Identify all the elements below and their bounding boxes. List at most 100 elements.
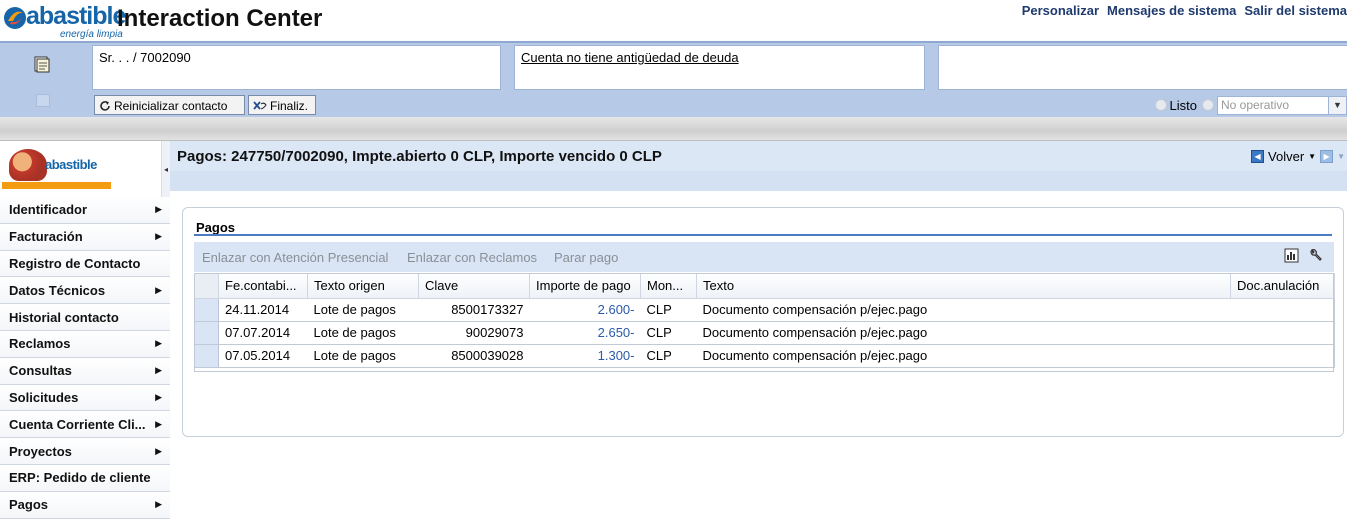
top-links: Personalizar Mensajes de sistema Salir d…: [1022, 3, 1347, 18]
column-header-text[interactable]: Texto: [696, 273, 1231, 299]
column-header-origin[interactable]: Texto origen: [307, 273, 419, 299]
table-header-row: Fe.contabi... Texto origen Clave Importe…: [194, 273, 1335, 299]
agent-status: Listo No operativo ▼: [1154, 94, 1347, 116]
system-messages-link[interactable]: Mensajes de sistema: [1107, 3, 1236, 18]
cell-void-doc: [1230, 298, 1335, 322]
column-header-void-doc[interactable]: Doc.anulación: [1230, 273, 1335, 299]
back-button[interactable]: Volver: [1268, 149, 1304, 164]
sidebar-item-consultas[interactable]: Consultas ▶: [0, 357, 170, 385]
ready-radio[interactable]: [1154, 99, 1167, 111]
chevron-right-icon: ▶: [155, 231, 162, 242]
row-selector[interactable]: [194, 298, 219, 322]
chevron-right-icon: ▶: [155, 284, 162, 295]
app-title: Interaction Center: [117, 5, 323, 32]
sidebar-item-label: ERP: Pedido de cliente: [9, 470, 151, 486]
link-claims-button[interactable]: Enlazar con Reclamos: [407, 250, 537, 265]
sidebar-item-cuenta-corriente[interactable]: Cuenta Corriente Cli... ▶: [0, 411, 170, 439]
context-area: Sr. . . / 7002090 Cuenta no tiene antigü…: [0, 41, 1347, 117]
sidebar-item-identificador[interactable]: Identificador ▶: [0, 197, 170, 224]
sidebar-item-label: Identificador: [9, 202, 88, 218]
not-operative-radio[interactable]: [1202, 99, 1214, 111]
sidebar-item-historial-contacto[interactable]: Historial contacto: [0, 304, 170, 331]
back-icon[interactable]: ◀: [1251, 150, 1265, 163]
row-selector[interactable]: [194, 321, 219, 345]
chevron-right-icon: ▶: [155, 365, 162, 376]
separator-strip: [0, 117, 1347, 141]
brand-name: abastible: [26, 2, 126, 30]
cell-amount-link[interactable]: 2.650-: [529, 321, 641, 345]
column-header-key[interactable]: Clave: [418, 273, 530, 299]
debt-info-link[interactable]: Cuenta no tiene antigüedad de deuda: [514, 45, 925, 90]
status-select-value: No operativo: [1221, 98, 1290, 112]
payments-panel: Pagos Enlazar con Atención Presencial En…: [182, 207, 1344, 437]
chevron-right-icon: ▶: [155, 338, 162, 349]
column-header-amount[interactable]: Importe de pago: [529, 273, 641, 299]
cell-void-doc: [1230, 344, 1335, 368]
table-row[interactable]: 24.11.2014 Lote de pagos 8500173327 2.60…: [194, 298, 1335, 322]
select-all-header[interactable]: [194, 273, 219, 299]
column-header-currency[interactable]: Mon...: [640, 273, 697, 299]
sidebar-item-label: Historial contacto: [9, 309, 119, 325]
sidebar-item-reclamos[interactable]: Reclamos ▶: [0, 330, 170, 358]
finish-label: Finaliz.: [270, 99, 309, 113]
navigation-controls: ◀ Volver ▼ ▶ ▼: [1251, 149, 1345, 164]
cell-amount-link[interactable]: 1.300-: [529, 344, 641, 368]
finish-button[interactable]: Finaliz.: [248, 95, 316, 115]
status-select[interactable]: No operativo ▼: [1217, 95, 1347, 115]
back-dropdown-icon[interactable]: ▼: [1308, 152, 1316, 161]
sidebar-logo-area: abastible: [0, 141, 162, 197]
sidebar-menu: Identificador ▶ Facturación ▶ Registro de …: [0, 197, 170, 519]
cell-void-doc: [1230, 321, 1335, 345]
sidebar-item-label: Facturación: [9, 229, 83, 245]
sidebar-item-pagos[interactable]: Pagos ▶: [0, 491, 170, 519]
grid-settings-icon[interactable]: [1284, 248, 1299, 263]
stop-payment-button[interactable]: Parar pago: [554, 250, 618, 265]
refresh-icon: [100, 101, 110, 111]
cell-text: Documento compensación p/ejec.pago: [696, 344, 1231, 368]
table-row[interactable]: 07.07.2014 Lote de pagos 90029073 2.650-…: [194, 321, 1335, 345]
sidebar-item-erp-pedido[interactable]: ERP: Pedido de cliente: [0, 464, 170, 492]
reset-contact-button[interactable]: Reinicializar contacto: [94, 95, 245, 115]
sidebar-item-facturacion[interactable]: Facturación ▶: [0, 223, 170, 251]
forward-icon[interactable]: ▶: [1320, 150, 1334, 163]
wrench-icon[interactable]: [1309, 248, 1324, 263]
column-header-date[interactable]: Fe.contabi...: [218, 273, 308, 299]
sidebar-logo: abastible: [1, 145, 111, 190]
cell-text: Documento compensación p/ejec.pago: [696, 321, 1231, 345]
sidebar: abastible ◂ Identificador ▶ Facturación ▶ …: [0, 141, 170, 520]
brand-logo-icon: [4, 7, 26, 29]
forward-dropdown-icon[interactable]: ▼: [1337, 152, 1345, 161]
link-presencial-button[interactable]: Enlazar con Atención Presencial: [202, 250, 388, 265]
panel-divider: [194, 234, 1332, 236]
logout-link[interactable]: Salir del sistema: [1244, 3, 1347, 18]
cell-key: 90029073: [418, 321, 530, 345]
sidebar-item-registro-contacto[interactable]: Registro de Contacto: [0, 250, 170, 278]
page-subheader-bar: [170, 171, 1347, 191]
sidebar-item-label: Proyectos: [9, 443, 72, 459]
collapse-left-icon[interactable]: ◂: [162, 141, 170, 197]
sidebar-item-datos-tecnicos[interactable]: Datos Técnicos ▶: [0, 277, 170, 305]
chevron-right-icon: ▶: [155, 391, 162, 402]
cell-amount-link[interactable]: 2.600-: [529, 298, 641, 322]
row-selector[interactable]: [194, 344, 219, 368]
logo-word: abastible: [45, 157, 97, 172]
sidebar-item-label: Datos Técnicos: [9, 282, 106, 298]
personalize-link[interactable]: Personalizar: [1022, 3, 1099, 18]
grid-toolbar: Enlazar con Atención Presencial Enlazar …: [194, 242, 1334, 272]
cell-origin: Lote de pagos: [307, 321, 419, 345]
sidebar-item-solicitudes[interactable]: Solicitudes ▶: [0, 384, 170, 412]
notes-icon[interactable]: [33, 55, 51, 73]
chevron-right-icon: ▶: [155, 499, 162, 510]
sidebar-item-proyectos[interactable]: Proyectos ▶: [0, 438, 170, 465]
cell-currency: CLP: [640, 298, 697, 322]
chevron-right-icon: ▶: [155, 418, 162, 429]
sidebar-item-label: Cuenta Corriente Cli...: [9, 416, 146, 432]
payments-table: Fe.contabi... Texto origen Clave Importe…: [194, 273, 1335, 368]
logo-photo: [9, 149, 47, 181]
table-row[interactable]: 07.05.2014 Lote de pagos 8500039028 1.30…: [194, 344, 1335, 368]
ready-label: Listo: [1169, 97, 1197, 113]
chevron-down-icon[interactable]: ▼: [1328, 96, 1346, 114]
cell-key: 8500039028: [418, 344, 530, 368]
reset-contact-label: Reinicializar contacto: [114, 99, 228, 113]
context-info-box: [938, 45, 1347, 90]
